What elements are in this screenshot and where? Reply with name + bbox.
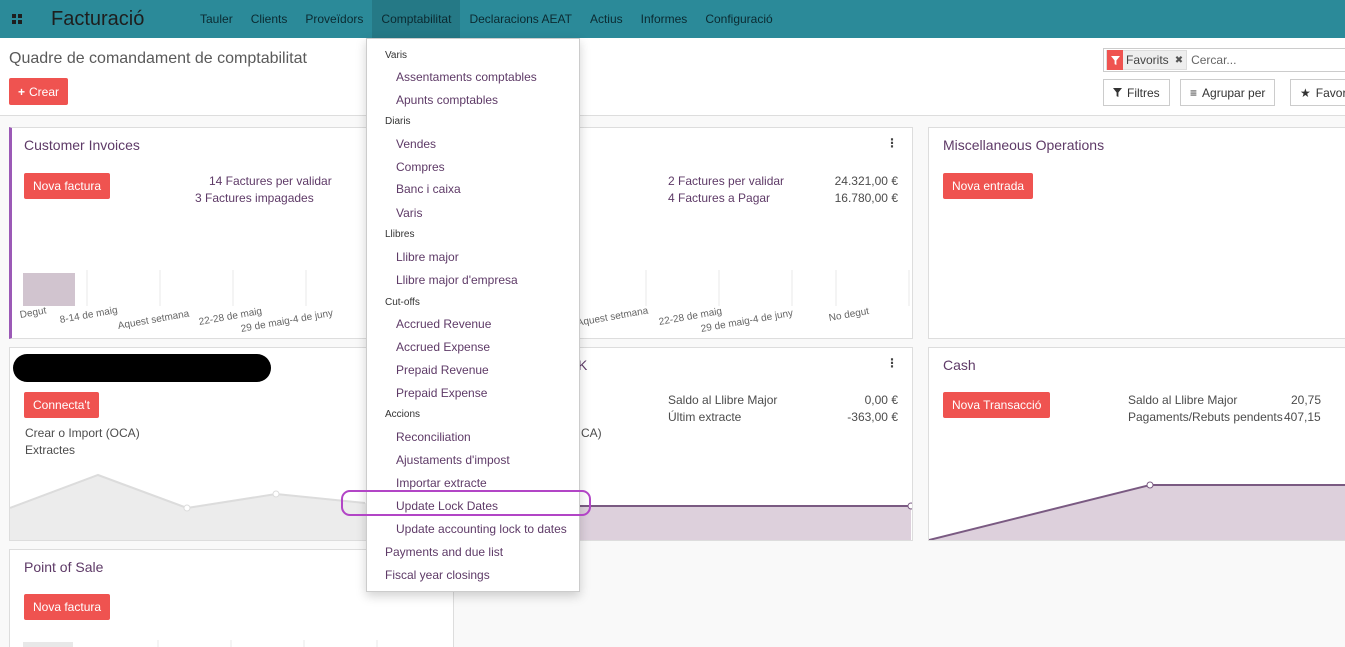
menu-prepaid-revenue[interactable]: Prepaid Revenue	[396, 363, 489, 377]
menu-informes[interactable]: Informes	[632, 0, 697, 38]
menu-prepaid-expense[interactable]: Prepaid Expense	[396, 386, 487, 400]
search-box[interactable]: Favorits ✖	[1103, 48, 1345, 72]
connect-button[interactable]: Connecta't	[24, 392, 99, 418]
create-import-text[interactable]: Crear o Import (OCA)	[25, 426, 140, 440]
ledger-balance-label: Saldo al Llibre Major	[668, 393, 778, 407]
kebab-menu-icon[interactable]: ⋮	[886, 136, 898, 150]
tick-label: Degut	[19, 305, 48, 321]
last-statement-amount: -363,00 €	[847, 410, 898, 424]
highlight-annotation	[341, 490, 591, 516]
search-input[interactable]	[1191, 53, 1332, 67]
ledger-balance-label: Saldo al Llibre Major	[1128, 393, 1238, 407]
bills-to-pay-amount: 16.780,00 €	[834, 191, 898, 205]
search-facet: Favorits ✖	[1106, 50, 1188, 70]
tick-label: No degut	[828, 306, 870, 324]
menu-general-ledger[interactable]: Llibre major	[396, 250, 459, 264]
create-button[interactable]: + Crear	[9, 78, 69, 105]
filters-label: Filtres	[1127, 85, 1160, 100]
kebab-menu-icon[interactable]: ⋮	[886, 356, 898, 370]
tick-label: 8-14 de maig	[59, 304, 119, 326]
card-title[interactable]: Cash	[943, 357, 976, 373]
favorites-label: Favori	[1315, 85, 1345, 100]
bar-degut[interactable]	[23, 273, 75, 306]
pending-payments-amount: 407,15	[1284, 410, 1321, 424]
create-label: Crear	[29, 84, 60, 99]
redacted-title	[13, 354, 271, 382]
filters-button[interactable]: Filtres	[1103, 79, 1170, 106]
menu-purchases[interactable]: Compres	[396, 160, 445, 174]
menu-journal-items[interactable]: Apunts comptables	[396, 93, 498, 107]
list-icon: ≡	[1190, 85, 1198, 100]
new-invoice-button[interactable]: Nova factura	[24, 594, 111, 620]
page-title: Quadre de comandament de comptabilitat	[9, 50, 307, 67]
dropdown-header: Llibres	[385, 229, 415, 240]
plus-icon: +	[18, 84, 26, 99]
new-invoice-button[interactable]: Nova factura	[24, 173, 111, 199]
pos-bar-chart	[23, 640, 378, 647]
menu-journal-entries[interactable]: Assentaments comptables	[396, 70, 537, 84]
filter-icon	[1113, 88, 1122, 97]
card-title[interactable]: Miscellaneous Operations	[943, 137, 1104, 153]
menu-partner-ledger[interactable]: Llibre major d'empresa	[396, 273, 518, 287]
app-brand: Facturació	[51, 7, 145, 30]
statements-text[interactable]: Extractes	[25, 443, 75, 457]
tick-label: Aquest setmana	[576, 305, 650, 329]
top-navbar: Facturació Tauler Clients Proveïdors Com…	[0, 0, 1345, 38]
misc-operations-card: Miscellaneous Operations Nova entrada	[928, 127, 1345, 339]
bills-to-validate-link[interactable]: 2 Factures per validar	[668, 174, 784, 188]
pending-payments-label: Pagaments/Rebuts pendents	[1128, 410, 1283, 424]
ledger-balance-amount: 20,75	[1291, 393, 1322, 407]
menu-fiscal-year-closings[interactable]: Fiscal year closings	[385, 568, 490, 582]
menu-misc[interactable]: Varis	[396, 206, 422, 220]
new-transaction-button[interactable]: Nova Transacció	[943, 392, 1051, 418]
new-entry-button[interactable]: Nova entrada	[943, 173, 1034, 199]
cash-line-chart	[929, 481, 1345, 540]
menu-comptabilitat[interactable]: Comptabilitat	[372, 0, 461, 38]
card-title[interactable]: Point of Sale	[24, 559, 103, 575]
menu-configuracio[interactable]: Configuració	[696, 0, 781, 38]
menu-update-accounting-lock[interactable]: Update accounting lock to dates	[396, 522, 567, 536]
menu-declaracions-aeat[interactable]: Declaracions AEAT	[460, 0, 581, 38]
facet-label: Favorits	[1126, 53, 1169, 67]
ledger-balance-amount: 0,00 €	[864, 393, 898, 407]
menu-sales[interactable]: Vendes	[396, 137, 436, 151]
menu-clients[interactable]: Clients	[242, 0, 297, 38]
dropdown-header: Accions	[385, 409, 421, 420]
bills-to-pay-link[interactable]: 4 Factures a Pagar	[668, 191, 770, 205]
menu-payments-due-list[interactable]: Payments and due list	[385, 545, 503, 559]
import-text-fragment[interactable]: CA)	[581, 426, 602, 440]
dropdown-header: Varis	[385, 50, 408, 61]
unpaid-invoices-link[interactable]: 3 Factures impagades	[195, 191, 314, 205]
tick-label: Aquest setmana	[117, 308, 191, 332]
star-icon: ★	[1300, 85, 1311, 100]
menu-actius[interactable]: Actius	[581, 0, 632, 38]
menu-accrued-expense[interactable]: Accrued Expense	[396, 340, 490, 354]
group-by-label: Agrupar per	[1202, 85, 1266, 100]
last-statement-label: Últim extracte	[668, 410, 742, 424]
main-menu: Tauler Clients Proveïdors Comptabilitat …	[191, 0, 782, 38]
control-panel: Quadre de comandament de comptabilitat +…	[0, 38, 1345, 116]
menu-import-statement[interactable]: Importar extracte	[396, 476, 487, 490]
filter-icon	[1107, 50, 1123, 70]
favorites-button[interactable]: ★ Favori	[1290, 79, 1345, 106]
menu-tauler[interactable]: Tauler	[191, 0, 242, 38]
card-title[interactable]: Customer Invoices	[24, 137, 140, 153]
menu-accrued-revenue[interactable]: Accrued Revenue	[396, 317, 491, 331]
dropdown-header: Diaris	[385, 116, 411, 127]
cash-card: Cash Nova Transacció Saldo al Llibre Maj…	[928, 347, 1345, 541]
bills-to-validate-amount: 24.321,00 €	[834, 174, 898, 188]
facet-close-icon[interactable]: ✖	[1172, 55, 1186, 66]
menu-tax-adjustments[interactable]: Ajustaments d'impost	[396, 453, 510, 467]
dropdown-header: Cut-offs	[385, 297, 420, 308]
group-by-button[interactable]: ≡ Agrupar per	[1180, 79, 1276, 106]
menu-bank-cash[interactable]: Banc i caixa	[396, 182, 461, 196]
menu-proveidors[interactable]: Proveïdors	[296, 0, 372, 38]
apps-grid-icon[interactable]	[0, 0, 34, 38]
invoices-to-validate-link[interactable]: 14 Factures per validar	[209, 174, 332, 188]
menu-reconciliation[interactable]: Reconciliation	[396, 430, 471, 444]
